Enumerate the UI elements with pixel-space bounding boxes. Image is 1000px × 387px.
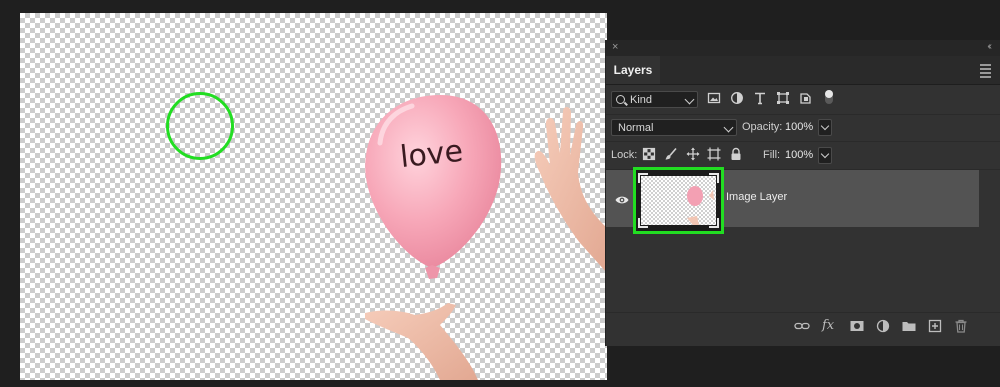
blend-mode-dropdown[interactable]: Normal <box>611 119 737 136</box>
layer-thumbnail[interactable] <box>633 167 724 234</box>
adjustment-filter-icon[interactable] <box>730 91 744 107</box>
shape-filter-icon[interactable] <box>776 91 790 107</box>
filter-row: Kind <box>606 85 1000 115</box>
lock-position-icon[interactable] <box>686 147 700 163</box>
raised-hand <box>534 107 607 273</box>
chevron-down-icon <box>684 94 695 105</box>
thumbnail-artwork <box>687 186 714 225</box>
fx-icon[interactable]: fx <box>822 318 838 334</box>
thumbnail-corner <box>709 218 719 228</box>
opacity-slider-toggle[interactable] <box>818 119 832 136</box>
search-icon <box>616 95 625 104</box>
tab-layers[interactable]: Layers <box>606 56 660 84</box>
collapse-panel-icon[interactable]: ‹‹ <box>987 41 991 52</box>
opacity-label: Opacity: <box>742 121 783 133</box>
lock-label: Lock: <box>611 149 638 161</box>
fill-input[interactable]: 100% <box>785 147 813 164</box>
blend-mode-value: Normal <box>618 122 654 134</box>
thumbnail-corner <box>709 173 719 183</box>
delete-icon[interactable] <box>953 318 969 334</box>
new-layer-icon[interactable] <box>927 318 943 334</box>
layer-row[interactable]: Image Layer <box>606 167 979 234</box>
brush-cursor-circle <box>166 92 234 160</box>
document-canvas[interactable]: love <box>20 13 607 380</box>
group-folder-icon[interactable] <box>901 318 917 334</box>
fill-label: Fill: <box>763 149 781 161</box>
filter-kind-label: Kind <box>630 94 653 106</box>
filter-kind-dropdown[interactable]: Kind <box>611 91 698 108</box>
lock-transparent-pixels-icon[interactable] <box>642 147 656 163</box>
blend-row: Normal Opacity: 100% <box>606 114 1000 142</box>
layers-panel: × ‹‹ Layers Kind Normal Opacity: 100% Lo… <box>605 40 1000 346</box>
smart-object-filter-icon[interactable] <box>799 91 813 107</box>
layer-name[interactable]: Image Layer <box>726 191 787 203</box>
canvas-artwork: love <box>365 95 607 380</box>
filter-toggle-switch[interactable] <box>825 90 833 104</box>
type-filter-icon[interactable] <box>753 91 767 107</box>
layers-bottom-toolbar: fx <box>606 312 1000 339</box>
lock-artboard-icon[interactable] <box>707 147 721 163</box>
panel-menu-icon[interactable] <box>980 64 991 80</box>
lock-all-icon[interactable] <box>729 147 743 163</box>
thumbnail-corner <box>638 173 648 183</box>
chevron-down-icon <box>820 149 830 159</box>
eye-icon[interactable] <box>615 192 629 204</box>
chevron-down-icon <box>723 122 734 133</box>
panel-title-bar: × ‹‹ <box>606 40 1000 56</box>
thumbnail-preview <box>641 176 716 225</box>
thumbnail-corner <box>638 218 648 228</box>
image-filter-icon[interactable] <box>707 91 721 107</box>
lower-hand <box>365 303 478 380</box>
link-layers-icon[interactable] <box>794 318 810 334</box>
close-panel-icon[interactable]: × <box>612 41 618 53</box>
balloon-text: love <box>398 134 464 175</box>
lock-row: Lock: Fill: 100% <box>606 141 1000 170</box>
adjustment-layer-icon[interactable] <box>875 318 891 334</box>
opacity-input[interactable]: 100% <box>785 119 815 136</box>
add-mask-icon[interactable] <box>849 318 865 334</box>
balloon: love <box>365 95 502 279</box>
panel-tab-bar: Layers <box>606 56 1000 85</box>
lock-image-pixels-icon[interactable] <box>664 147 678 163</box>
fill-slider-toggle[interactable] <box>818 147 832 164</box>
chevron-down-icon <box>820 121 830 131</box>
